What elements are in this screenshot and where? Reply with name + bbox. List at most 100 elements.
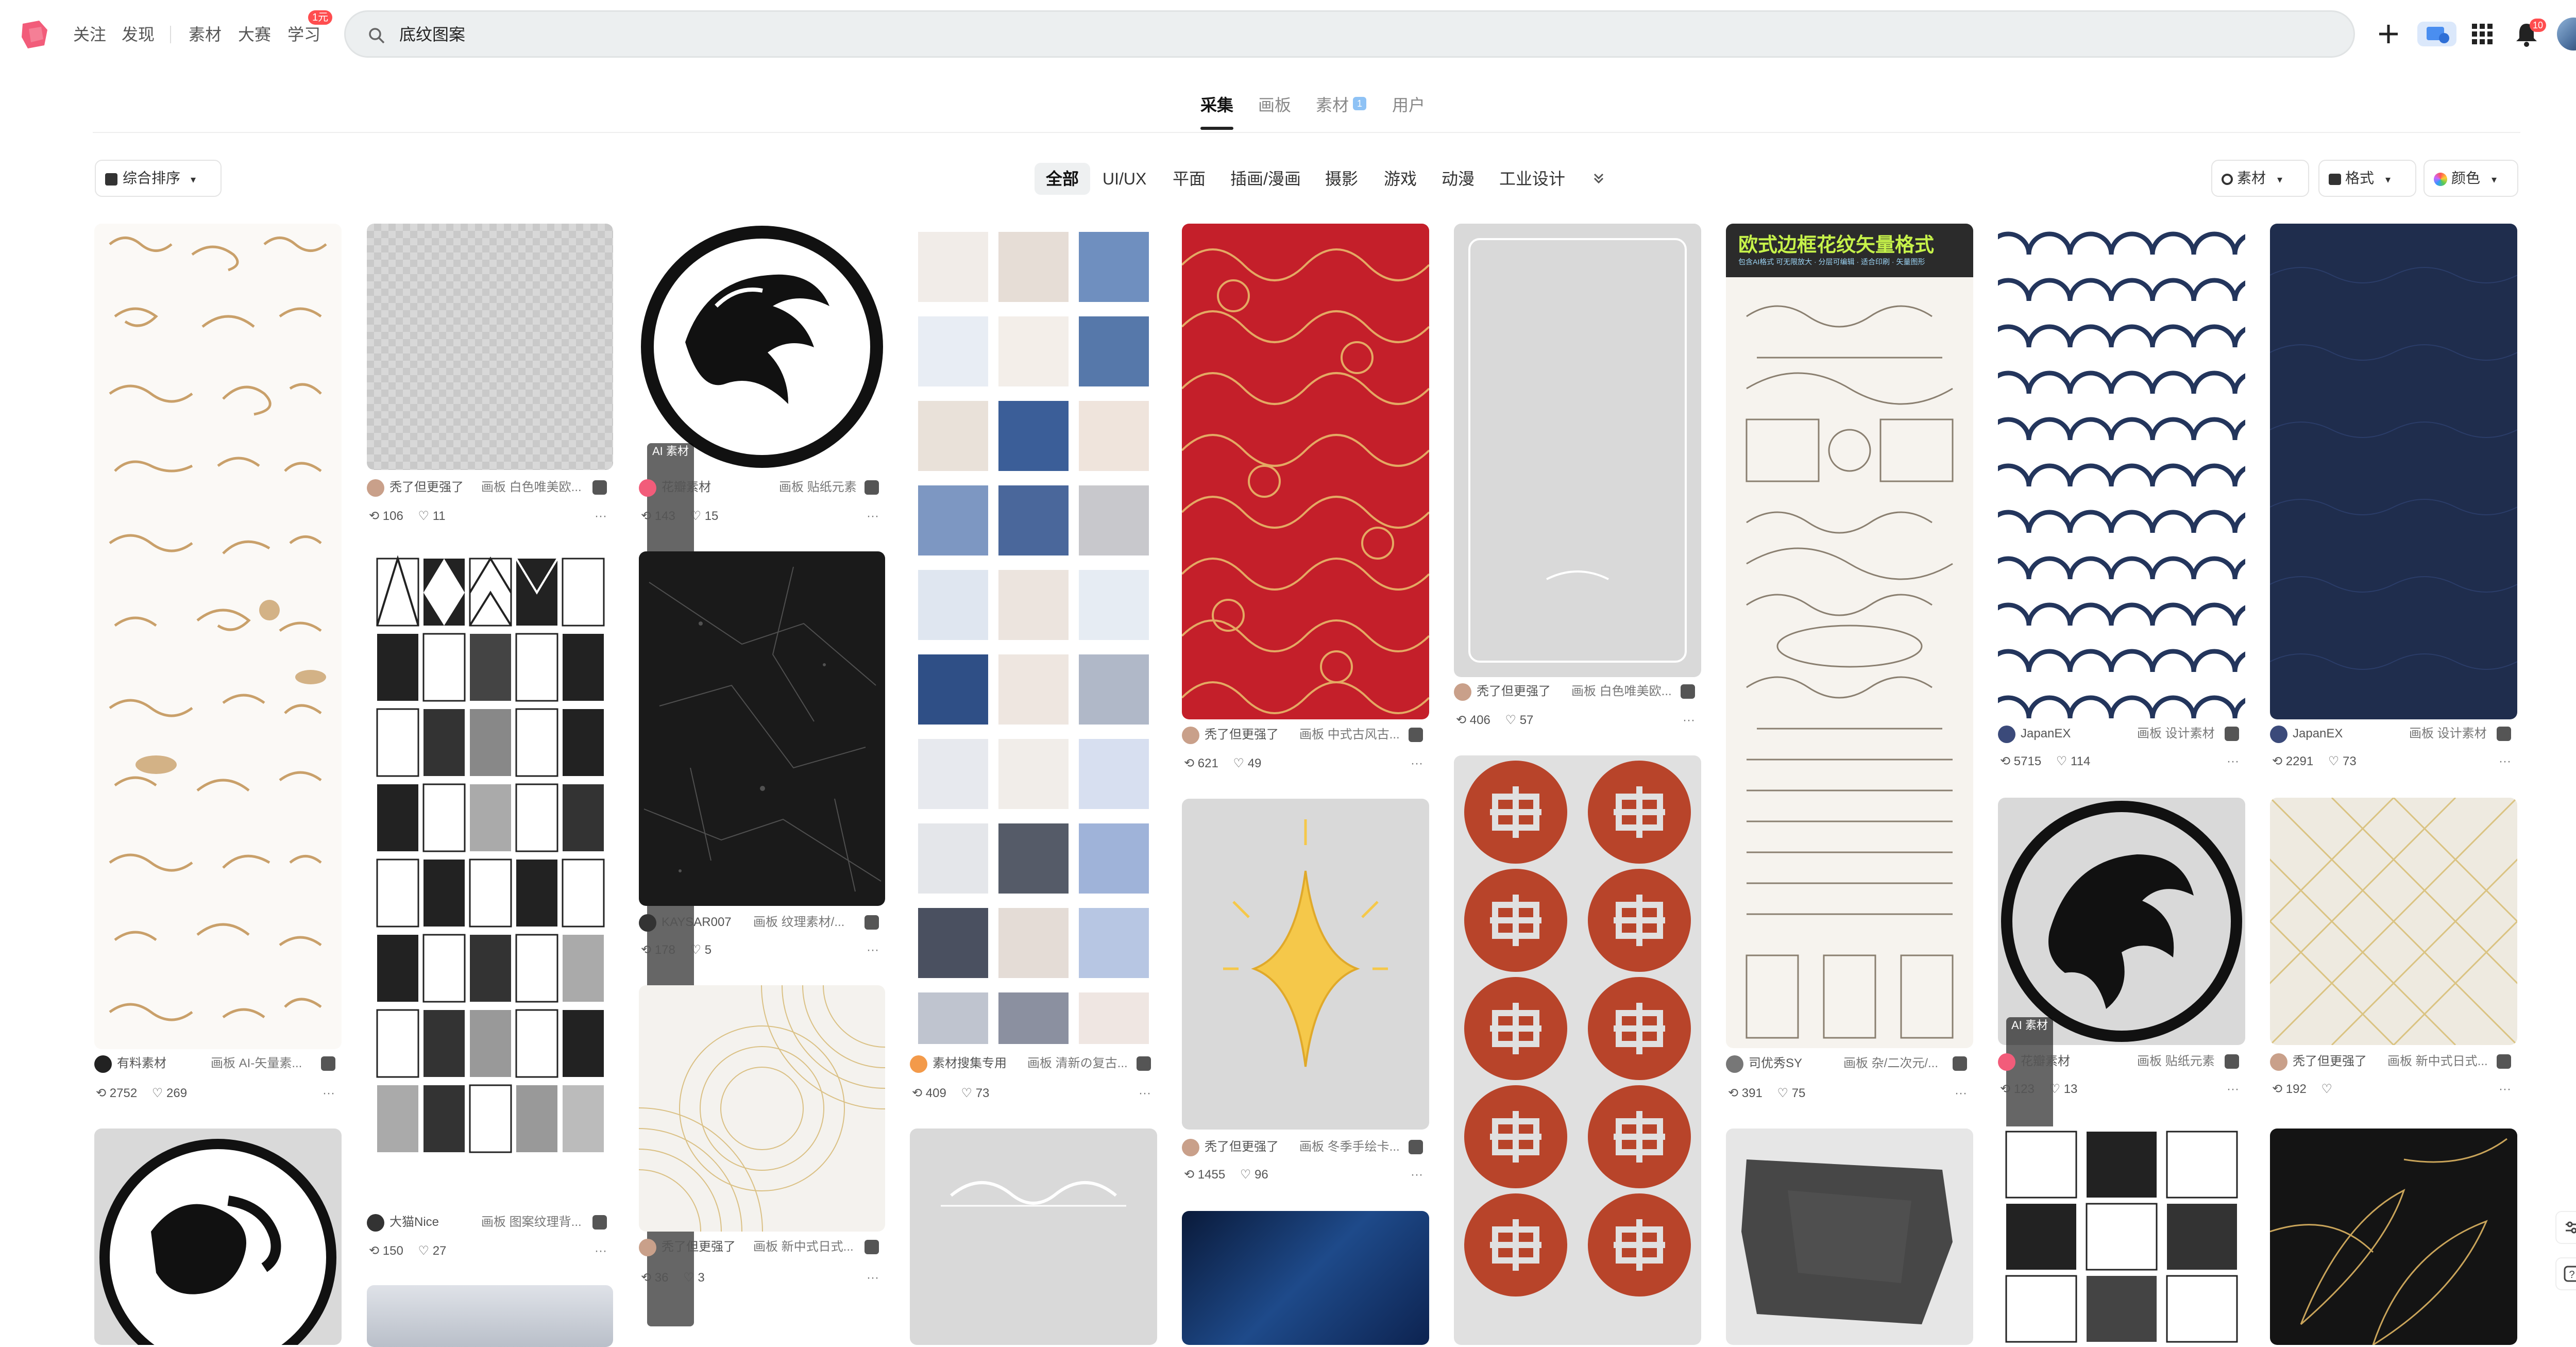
board-icon[interactable] <box>592 480 607 495</box>
add-icon[interactable] <box>2374 20 2403 48</box>
filter-settings-button[interactable] <box>2555 1211 2576 1244</box>
user-avatar[interactable] <box>2557 18 2576 50</box>
card-board[interactable]: 画板 冬季手绘卡... <box>1299 1137 1400 1157</box>
card-board[interactable]: 画板 AI-矢量素... <box>211 1053 302 1074</box>
blue-pattern-swatches-image[interactable] <box>910 224 1157 1048</box>
avatar[interactable] <box>639 914 656 932</box>
card-board[interactable]: 画板 白色唯美欧... <box>481 477 582 498</box>
avatar[interactable] <box>1182 727 1199 744</box>
heart-icon[interactable]: ♡ <box>690 509 705 523</box>
category-uiux[interactable]: UI/UX <box>1103 163 1146 195</box>
gold-sparkle-image[interactable] <box>1182 799 1429 1130</box>
upload-ai-icon[interactable] <box>2416 20 2458 48</box>
phoenix-seal-image[interactable] <box>639 224 885 470</box>
help-button[interactable]: ? <box>2555 1257 2576 1290</box>
tab-materials[interactable]: 素材 <box>1316 92 1349 119</box>
white-ornament-image[interactable] <box>367 224 613 470</box>
more-icon[interactable]: ··· <box>595 507 607 526</box>
card-board[interactable]: 画板 图案纹理背... <box>481 1212 582 1233</box>
card-username[interactable]: 有料素材 <box>117 1056 166 1070</box>
search-bar[interactable]: 底纹图案 <box>344 10 2355 58</box>
board-icon[interactable] <box>1409 728 1423 742</box>
board-icon[interactable] <box>2497 1054 2511 1069</box>
avatar[interactable] <box>367 1214 384 1232</box>
more-icon[interactable]: ··· <box>1139 1084 1151 1103</box>
avatar[interactable] <box>1182 1139 1199 1156</box>
card-username[interactable]: 秃了但更强了 <box>1205 728 1279 742</box>
avatar[interactable] <box>1998 1053 2015 1071</box>
more-icon[interactable]: ··· <box>2499 1080 2511 1099</box>
card-board[interactable]: 画板 贴纸元素 <box>779 477 857 498</box>
board-icon[interactable] <box>1953 1056 1967 1071</box>
black-gold-floral-image[interactable] <box>2270 1129 2517 1345</box>
card-username[interactable]: 花瓣素材 <box>662 480 711 494</box>
card-username[interactable]: 花瓣素材 <box>2021 1054 2070 1068</box>
card-username[interactable]: 秃了但更强了 <box>1205 1140 1279 1154</box>
category-illustration[interactable]: 插画/漫画 <box>1230 163 1301 195</box>
heart-icon[interactable]: ♡ <box>2328 754 2343 768</box>
category-industrial-design[interactable]: 工业设计 <box>1499 163 1565 195</box>
more-icon[interactable]: ··· <box>323 1084 335 1103</box>
red-cloud-pattern-image[interactable] <box>1182 224 1429 719</box>
more-icon[interactable]: ··· <box>1683 711 1695 730</box>
avatar[interactable] <box>910 1055 927 1073</box>
card-board[interactable]: 画板 设计素材 <box>2409 723 2487 744</box>
card-username[interactable]: 秃了但更强了 <box>1477 684 1551 698</box>
card-username[interactable]: JapanEX <box>2293 727 2343 740</box>
nav-discover[interactable]: 发现 <box>122 22 155 47</box>
white-scroll-ornament-image[interactable] <box>910 1129 1157 1345</box>
card-board[interactable]: 画板 白色唯美欧... <box>1571 681 1672 702</box>
more-icon[interactable]: ··· <box>2227 1080 2239 1099</box>
black-brush-texture-image[interactable] <box>1726 1129 1973 1345</box>
heart-icon[interactable]: ♡ <box>961 1086 976 1100</box>
heart-icon[interactable]: ♡ <box>1240 1168 1255 1182</box>
navy-wave-pattern-image[interactable] <box>1998 224 2245 719</box>
avatar[interactable] <box>1454 683 1471 701</box>
dragon-seal-image[interactable] <box>1998 798 2245 1045</box>
nav-follow[interactable]: 关注 <box>73 22 106 47</box>
black-grunge-texture-image[interactable] <box>639 551 885 906</box>
heart-icon[interactable]: ♡ <box>2049 1082 2064 1096</box>
board-icon[interactable] <box>592 1215 607 1230</box>
huaban-logo-icon[interactable] <box>19 19 50 50</box>
board-icon[interactable] <box>2225 727 2239 741</box>
heart-icon[interactable]: ♡ <box>1777 1086 1792 1100</box>
expand-more-icon[interactable] <box>1592 171 1605 186</box>
card-username[interactable]: 秃了但更强了 <box>2293 1054 2367 1068</box>
cloud-pattern-image[interactable] <box>94 224 342 1049</box>
dragon-seal-image[interactable] <box>94 1129 342 1345</box>
chinese-shou-symbols-image[interactable] <box>1454 755 1701 1345</box>
more-icon[interactable]: ··· <box>1411 754 1423 773</box>
apps-grid-icon[interactable] <box>2468 20 2497 48</box>
avatar[interactable] <box>639 1239 656 1256</box>
european-border-ornaments-image[interactable] <box>1726 224 1973 1048</box>
more-icon[interactable]: ··· <box>2227 752 2239 771</box>
card-board[interactable]: 画板 贴纸元素 <box>2137 1051 2215 1072</box>
more-icon[interactable]: ··· <box>867 1269 879 1287</box>
gold-line-pattern-image[interactable] <box>639 985 885 1232</box>
avatar[interactable] <box>1726 1055 1743 1073</box>
board-icon[interactable] <box>865 1240 879 1254</box>
board-icon[interactable] <box>2497 727 2511 741</box>
avatar[interactable] <box>2270 1053 2287 1071</box>
board-icon[interactable] <box>2225 1054 2239 1069</box>
card-board[interactable]: 画板 设计素材 <box>2137 723 2215 744</box>
white-frame-ornament-image[interactable] <box>1454 224 1701 677</box>
avatar[interactable] <box>367 479 384 497</box>
gold-lattice-image[interactable] <box>2270 798 2517 1045</box>
heart-icon[interactable]: ♡ <box>2056 754 2071 768</box>
card-board[interactable]: 画板 纹理素材/... <box>753 912 844 933</box>
heart-icon[interactable]: ♡ <box>418 509 433 523</box>
board-icon[interactable] <box>1409 1140 1423 1154</box>
board-icon[interactable] <box>865 915 879 930</box>
sort-dropdown[interactable]: 综合排序▾ <box>95 160 222 197</box>
board-icon[interactable] <box>1681 684 1695 699</box>
avatar[interactable] <box>639 479 656 497</box>
category-games[interactable]: 游戏 <box>1384 163 1417 195</box>
avatar[interactable] <box>2270 726 2287 743</box>
card-board[interactable]: 画板 清新の复古... <box>1027 1053 1128 1074</box>
card-username[interactable]: 大猫Nice <box>389 1215 439 1229</box>
heart-icon[interactable]: ♡ <box>683 1271 698 1285</box>
color-filter[interactable]: 颜色▾ <box>2424 160 2518 197</box>
heart-icon[interactable]: ♡ <box>418 1244 433 1258</box>
